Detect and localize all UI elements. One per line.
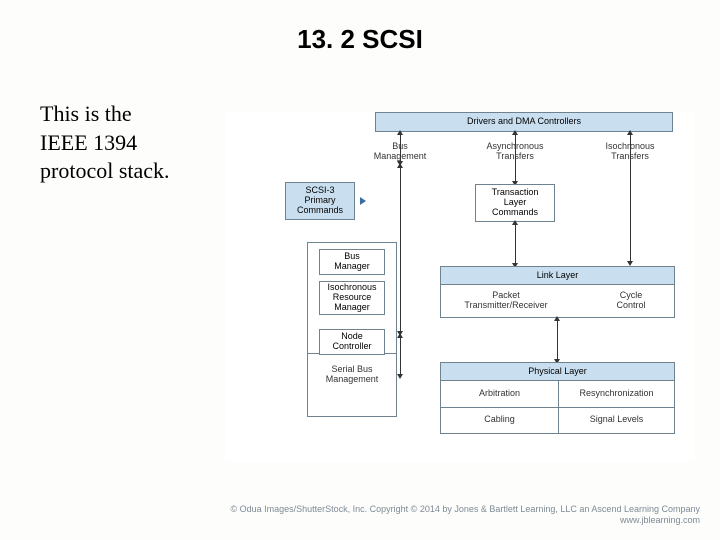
triangle-right-icon <box>360 197 366 205</box>
cabling-label: Cabling <box>441 415 558 425</box>
packet-tx-rx-label: PacketTransmitter/Receiver <box>451 291 561 311</box>
scsi3-commands-box: SCSI-3PrimaryCommands <box>285 182 355 220</box>
arrow-icon <box>400 167 401 332</box>
body-line-2: IEEE 1394 <box>40 129 200 158</box>
resync-label: Resynchronization <box>558 389 675 399</box>
copyright-line-1: © Odua Images/ShutterStock, Inc. Copyrig… <box>230 504 700 515</box>
bus-manager-box: BusManager <box>319 249 385 275</box>
node-controller-box: NodeController <box>319 329 385 355</box>
transaction-layer-box: TransactionLayerCommands <box>475 184 555 222</box>
arrow-icon <box>515 134 516 182</box>
body-text: This is the IEEE 1394 protocol stack. <box>40 100 200 186</box>
arrow-icon <box>400 134 401 162</box>
arrow-icon <box>630 134 631 262</box>
physical-layer-group: Physical Layer Arbitration Resynchroniza… <box>440 362 675 434</box>
copyright-footer: © Odua Images/ShutterStock, Inc. Copyrig… <box>230 504 700 527</box>
body-line-3: protocol stack. <box>40 157 200 186</box>
serial-bus-mgmt-label: Serial BusManagement <box>308 365 396 385</box>
serial-bus-mgmt-group: BusManager IsochronousResourceManager No… <box>307 242 397 417</box>
body-line-1: This is the <box>40 100 200 129</box>
arbitration-label: Arbitration <box>441 389 558 399</box>
cycle-control-label: CycleControl <box>596 291 666 311</box>
slide-title: 13. 2 SCSI <box>0 0 720 55</box>
drivers-dma-box: Drivers and DMA Controllers <box>375 112 673 132</box>
link-layer-box: Link Layer <box>441 267 674 285</box>
protocol-stack-diagram: Drivers and DMA Controllers BusManagemen… <box>225 112 695 462</box>
signal-levels-label: Signal Levels <box>558 415 675 425</box>
physical-layer-box: Physical Layer <box>441 363 674 381</box>
copyright-line-2: www.jblearning.com <box>230 515 700 526</box>
arrow-icon <box>400 337 401 375</box>
link-layer-group: Link Layer PacketTransmitter/Receiver Cy… <box>440 266 675 318</box>
arrow-icon <box>515 224 516 264</box>
iso-resource-manager-box: IsochronousResourceManager <box>319 281 385 315</box>
arrow-icon <box>557 320 558 360</box>
